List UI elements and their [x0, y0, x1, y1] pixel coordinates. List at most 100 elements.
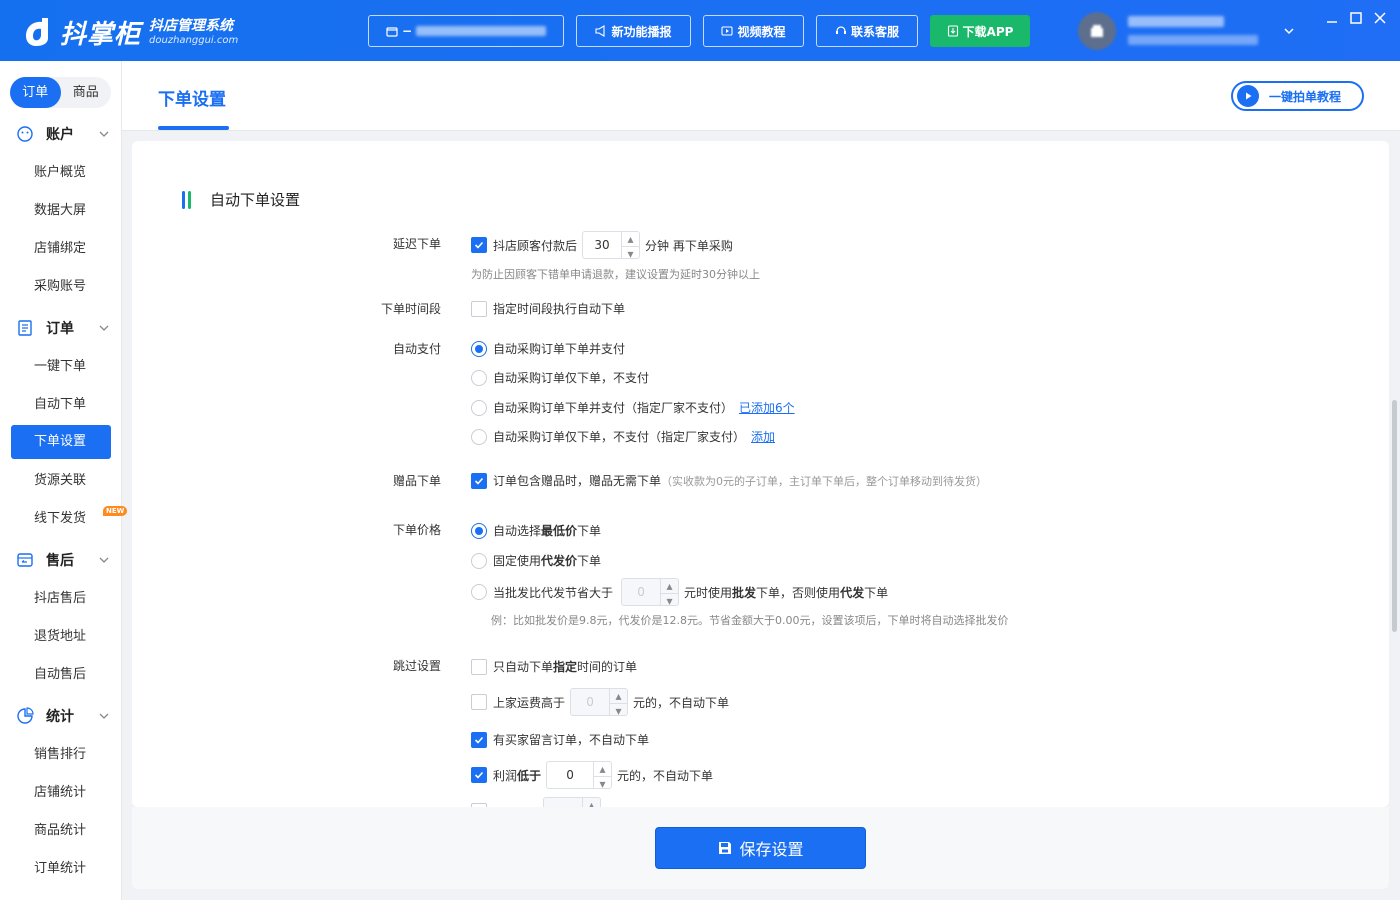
price-option-1[interactable]: 自动选择 最低价 下单 — [471, 522, 601, 539]
sidebar-item-sales-rank[interactable]: 销售排行 — [11, 738, 111, 772]
time-range-checkbox[interactable] — [471, 300, 487, 317]
save-settings-button[interactable]: 保存设置 — [655, 827, 866, 869]
delay-order-checkbox[interactable] — [471, 237, 487, 253]
list-doc-icon — [18, 320, 32, 336]
label-delay-order: 延迟下单 — [392, 237, 441, 251]
sidebar-item-offline-ship[interactable]: 线下发货 NEW — [11, 502, 128, 536]
skip-message-checkbox[interactable] — [471, 731, 487, 748]
auto-pay-option-3[interactable]: 自动采购订单下单并支付（指定厂家不支付） 已添加6个 — [471, 399, 795, 416]
shop-selector-button[interactable]: − — [368, 15, 564, 47]
stepper-up-icon[interactable]: ▴ — [583, 798, 600, 807]
video-tutorial-button[interactable]: 视频教程 — [703, 15, 804, 47]
added-vendors-link[interactable]: 已添加6个 — [739, 399, 795, 416]
sidebar-item-account-overview[interactable]: 账户概览 — [11, 156, 111, 190]
auto-pay-radio-4[interactable] — [471, 428, 487, 445]
shipping-fee-stepper[interactable]: 0 ▴ ▾ — [570, 688, 629, 718]
sidebar-item-data-screen[interactable]: 数据大屏 — [11, 194, 111, 228]
new-feature-button[interactable]: 新功能播报 — [576, 15, 691, 47]
sidebar-item-one-click-order[interactable]: 一键下单 — [11, 350, 111, 384]
skip-option-5-stepper[interactable]: ▴▾ — [543, 797, 601, 807]
save-icon — [719, 842, 732, 854]
sidebar-item-shop-binding[interactable]: 店铺绑定 — [11, 232, 111, 266]
one-click-tutorial-button[interactable]: 一键拍单教程 — [1231, 81, 1364, 111]
sidebar-section-aftersale[interactable]: 售后 — [16, 548, 116, 572]
sidebar-item-auto-order[interactable]: 自动下单 — [11, 388, 111, 422]
auto-pay-radio-3[interactable] — [471, 399, 487, 416]
sidebar-item-shop-stats[interactable]: 店铺统计 — [11, 776, 111, 810]
wholesale-savings-stepper[interactable]: 0 ▴ ▾ — [621, 578, 680, 608]
return-box-icon — [17, 553, 33, 567]
sidebar-item-purchase-account[interactable]: 采购账号 — [11, 270, 111, 304]
gift-order-note: （实收款为0元的子订单，主订单下单后，整个订单移动到待发货） — [661, 474, 988, 488]
sidebar-item-source-link[interactable]: 货源关联 — [11, 464, 111, 498]
price-radio-2[interactable] — [471, 552, 487, 569]
gift-order-checkbox[interactable] — [471, 472, 487, 489]
chevron-down-icon — [99, 713, 109, 719]
stepper-up-icon[interactable]: ▴ — [661, 579, 678, 593]
skip-text-1c: 时间的订单 — [577, 660, 638, 674]
wholesale-savings-value[interactable]: 0 — [622, 579, 660, 605]
stepper-down-icon[interactable]: ▾ — [661, 593, 679, 608]
stepper-down-icon[interactable]: ▾ — [622, 246, 640, 261]
sidebar-section-stats[interactable]: 统计 — [16, 704, 116, 728]
price-option-2[interactable]: 固定使用 代发价 下单 — [471, 552, 601, 569]
save-settings-label: 保存设置 — [739, 840, 804, 859]
price-option-3[interactable]: 当批发比代发节省大于 0 ▴ ▾ 元时使用 批发 下单，否则使用 代发 下单 — [471, 578, 889, 608]
user-info-blurred[interactable] — [1128, 16, 1258, 53]
auto-pay-option-2[interactable]: 自动采购订单仅下单，不支付 — [471, 369, 649, 386]
auto-pay-radio-1[interactable] — [471, 340, 487, 357]
sidebar-item-return-address[interactable]: 退货地址 — [11, 620, 111, 654]
sidebar-section-order[interactable]: 订单 — [16, 316, 116, 340]
sidebar-item-goods-stats[interactable]: 商品统计 — [11, 814, 111, 848]
tab-order-settings[interactable]: 下单设置 — [158, 85, 226, 110]
gift-order-row: 订单包含赠品时，赠品无需下单 （实收款为0元的子订单，主订单下单后，整个订单移动… — [471, 472, 987, 489]
maximize-icon[interactable] — [1348, 10, 1364, 26]
sidebar-item-shop-aftersale[interactable]: 抖店售后 — [11, 582, 111, 616]
pie-chart-icon — [17, 707, 34, 724]
switch-goods[interactable]: 商品 — [61, 77, 112, 108]
sidebar-item-order-settings[interactable]: 下单设置 — [11, 425, 111, 459]
download-app-button[interactable]: 下载APP — [930, 15, 1030, 47]
stepper-down-icon[interactable]: ▾ — [610, 703, 628, 718]
skip-text-4b: 低于 — [517, 768, 542, 783]
sidebar-item-order-stats[interactable]: 订单统计 — [11, 852, 111, 886]
price-radio-1[interactable] — [471, 522, 487, 539]
skip-shipping-checkbox[interactable] — [471, 694, 487, 710]
avatar-shop-icon — [1091, 25, 1103, 37]
skip-profit-checkbox[interactable] — [471, 767, 487, 783]
sidebar-section-account[interactable]: 账户 — [16, 122, 116, 146]
shipping-fee-value[interactable]: 0 — [571, 689, 609, 715]
delay-text-after: 分钟 再下单采购 — [645, 238, 733, 253]
contact-service-button[interactable]: 联系客服 — [816, 15, 918, 47]
content-scrollbar-thumb[interactable] — [1392, 400, 1397, 632]
chevron-down-icon[interactable] — [1282, 24, 1296, 38]
price-text-3f: 下单 — [864, 585, 889, 600]
price-text-3c: 批发 — [732, 585, 757, 600]
add-vendor-link[interactable]: 添加 — [751, 428, 775, 445]
delay-minutes-value[interactable]: 30 — [583, 232, 621, 258]
switch-order[interactable]: 订单 — [10, 77, 61, 108]
close-icon[interactable] — [1372, 10, 1388, 26]
profit-threshold-value[interactable]: 0 — [547, 762, 593, 788]
profit-threshold-stepper[interactable]: 0 ▴ ▾ — [546, 761, 613, 791]
skip-text-4c: 元的，不自动下单 — [617, 768, 714, 783]
price-hint: 例：比如批发价是9.8元，代发价是12.8元。节省金额大于0.00元，设置该项后… — [491, 614, 1009, 627]
user-avatar[interactable] — [1078, 12, 1116, 50]
stepper-down-icon[interactable]: ▾ — [594, 776, 612, 791]
auto-pay-option-4[interactable]: 自动采购订单仅下单，不支付（指定厂家支付） 添加 — [471, 428, 775, 445]
settings-card: 自动下单设置 延迟下单 抖店顾客付款后 30 ▴ ▾ 分钟 再下单采购 为防止因顾… — [132, 141, 1389, 807]
price-radio-3[interactable] — [471, 584, 487, 600]
stepper-up-icon[interactable]: ▴ — [594, 762, 611, 776]
minimize-icon[interactable] — [1324, 10, 1340, 26]
skip-time-checkbox[interactable] — [471, 658, 487, 675]
check-icon — [474, 771, 484, 779]
delay-minutes-stepper[interactable]: 30 ▴ ▾ — [582, 231, 641, 261]
sidebar-item-auto-aftersale[interactable]: 自动售后 — [11, 658, 111, 692]
stepper-up-icon[interactable]: ▴ — [610, 689, 627, 703]
check-icon — [474, 477, 484, 485]
auto-pay-option-1[interactable]: 自动采购订单下单并支付 — [471, 340, 625, 357]
auto-pay-radio-2[interactable] — [471, 369, 487, 386]
user-plan-blurred — [1128, 35, 1258, 45]
price-text-1c: 下单 — [577, 524, 602, 538]
stepper-up-icon[interactable]: ▴ — [622, 232, 639, 246]
